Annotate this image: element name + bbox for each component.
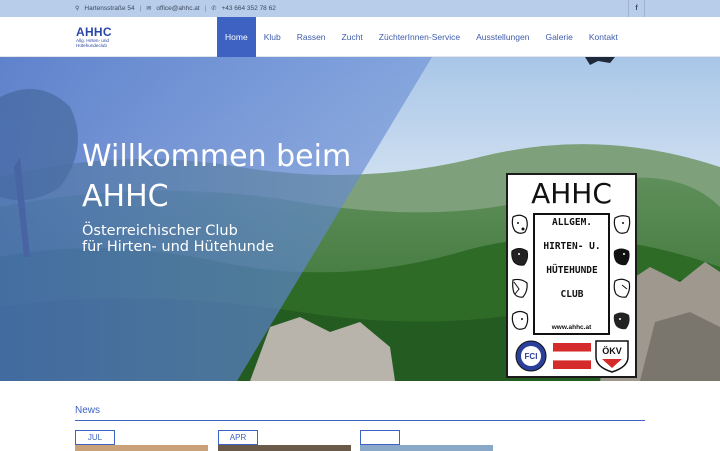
facebook-icon: f — [635, 5, 638, 12]
dog-head-icon — [613, 312, 630, 330]
badge-emblems: FCI ÖKV — [513, 339, 630, 373]
dog-head-icon — [511, 310, 529, 330]
site-header: AHHC Allg. Hirten- und Hütehundeclub Hom… — [0, 17, 720, 57]
fci-emblem-icon: FCI — [515, 340, 547, 372]
news-card[interactable]: JUL — [75, 429, 208, 451]
news-thumbnail — [360, 445, 493, 451]
news-date-badge: JUL — [75, 430, 115, 445]
badge-line4: CLUB — [560, 289, 584, 300]
facebook-link[interactable]: f — [628, 0, 645, 17]
site-logo[interactable]: AHHC Allg. Hirten- und Hütehundeclub — [76, 26, 132, 50]
nav-item-home[interactable]: Home — [217, 17, 256, 57]
address-text: Hartensstraße 54 — [84, 5, 135, 12]
envelope-icon: ✉ — [146, 6, 152, 12]
news-date-badge: APR — [218, 430, 258, 445]
top-info-bar: ⚲ Hartensstraße 54 | ✉ office@ahhc.at | … — [0, 0, 720, 17]
news-date-badge — [360, 430, 400, 445]
news-card[interactable] — [360, 429, 493, 451]
nav-item-klub[interactable]: Klub — [256, 17, 289, 57]
dog-head-icon — [511, 248, 529, 266]
nav-item-zuechterinnen-service[interactable]: ZüchterInnen-Service — [371, 17, 468, 57]
logo-title: AHHC — [76, 25, 112, 39]
news-card[interactable]: APR — [218, 429, 351, 451]
hero-subtitle-line2: für Hirten- und Hütehunde — [82, 239, 274, 255]
news-divider — [75, 420, 645, 421]
hero-title: Willkommen beim AHHC — [82, 139, 352, 214]
nav-item-rassen[interactable]: Rassen — [289, 17, 334, 57]
badge-title: AHHC — [531, 177, 612, 210]
okv-label: ÖKV — [602, 346, 622, 356]
separator: | — [139, 5, 142, 12]
separator: | — [204, 5, 207, 12]
email-link[interactable]: office@ahhc.at — [156, 5, 199, 12]
logo-subtitle-line2: Hütehundeclub — [76, 43, 107, 48]
map-marker-icon: ⚲ — [75, 6, 80, 12]
austria-flag-icon — [552, 343, 591, 369]
dog-head-icon — [613, 248, 630, 266]
dog-head-icon — [512, 278, 528, 298]
nav-item-kontakt[interactable]: Kontakt — [581, 17, 626, 57]
news-thumbnail — [218, 445, 351, 451]
dog-head-icon — [511, 214, 528, 234]
club-badge-logo: AHHC ALLGEM. HIRTEN- U. HÜTEHUNDE CLUB w… — [506, 173, 637, 378]
badge-line3: HÜTEHUNDE — [546, 265, 598, 276]
fci-label: FCI — [525, 352, 538, 361]
nav-item-zucht[interactable]: Zucht — [334, 17, 371, 57]
phone-link[interactable]: +43 664 352 78 62 — [221, 5, 275, 12]
dog-head-icon — [613, 215, 631, 234]
badge-line2: HIRTEN- U. — [543, 241, 601, 252]
badge-website: www.ahhc.at — [551, 324, 592, 331]
hero-subtitle: Österreichischer Club für Hirten- und Hü… — [82, 223, 382, 255]
dog-head-icon — [613, 278, 631, 298]
contact-info: ⚲ Hartensstraße 54 | ✉ office@ahhc.at | … — [75, 0, 276, 17]
okv-emblem-icon: ÖKV — [595, 340, 629, 373]
nav-item-galerie[interactable]: Galerie — [537, 17, 580, 57]
nav-item-ausstellungen[interactable]: Ausstellungen — [468, 17, 537, 57]
badge-line1: ALLGEM. — [551, 217, 593, 228]
phone-icon: ✆ — [211, 6, 217, 12]
news-thumbnail — [75, 445, 208, 451]
main-navigation: Home Klub Rassen Zucht ZüchterInnen-Serv… — [217, 17, 626, 57]
hero-slider: Willkommen beim AHHC Österreichischer Cl… — [0, 57, 720, 381]
hero-subtitle-line1: Österreichischer Club — [82, 223, 238, 239]
news-heading: News — [75, 405, 101, 416]
